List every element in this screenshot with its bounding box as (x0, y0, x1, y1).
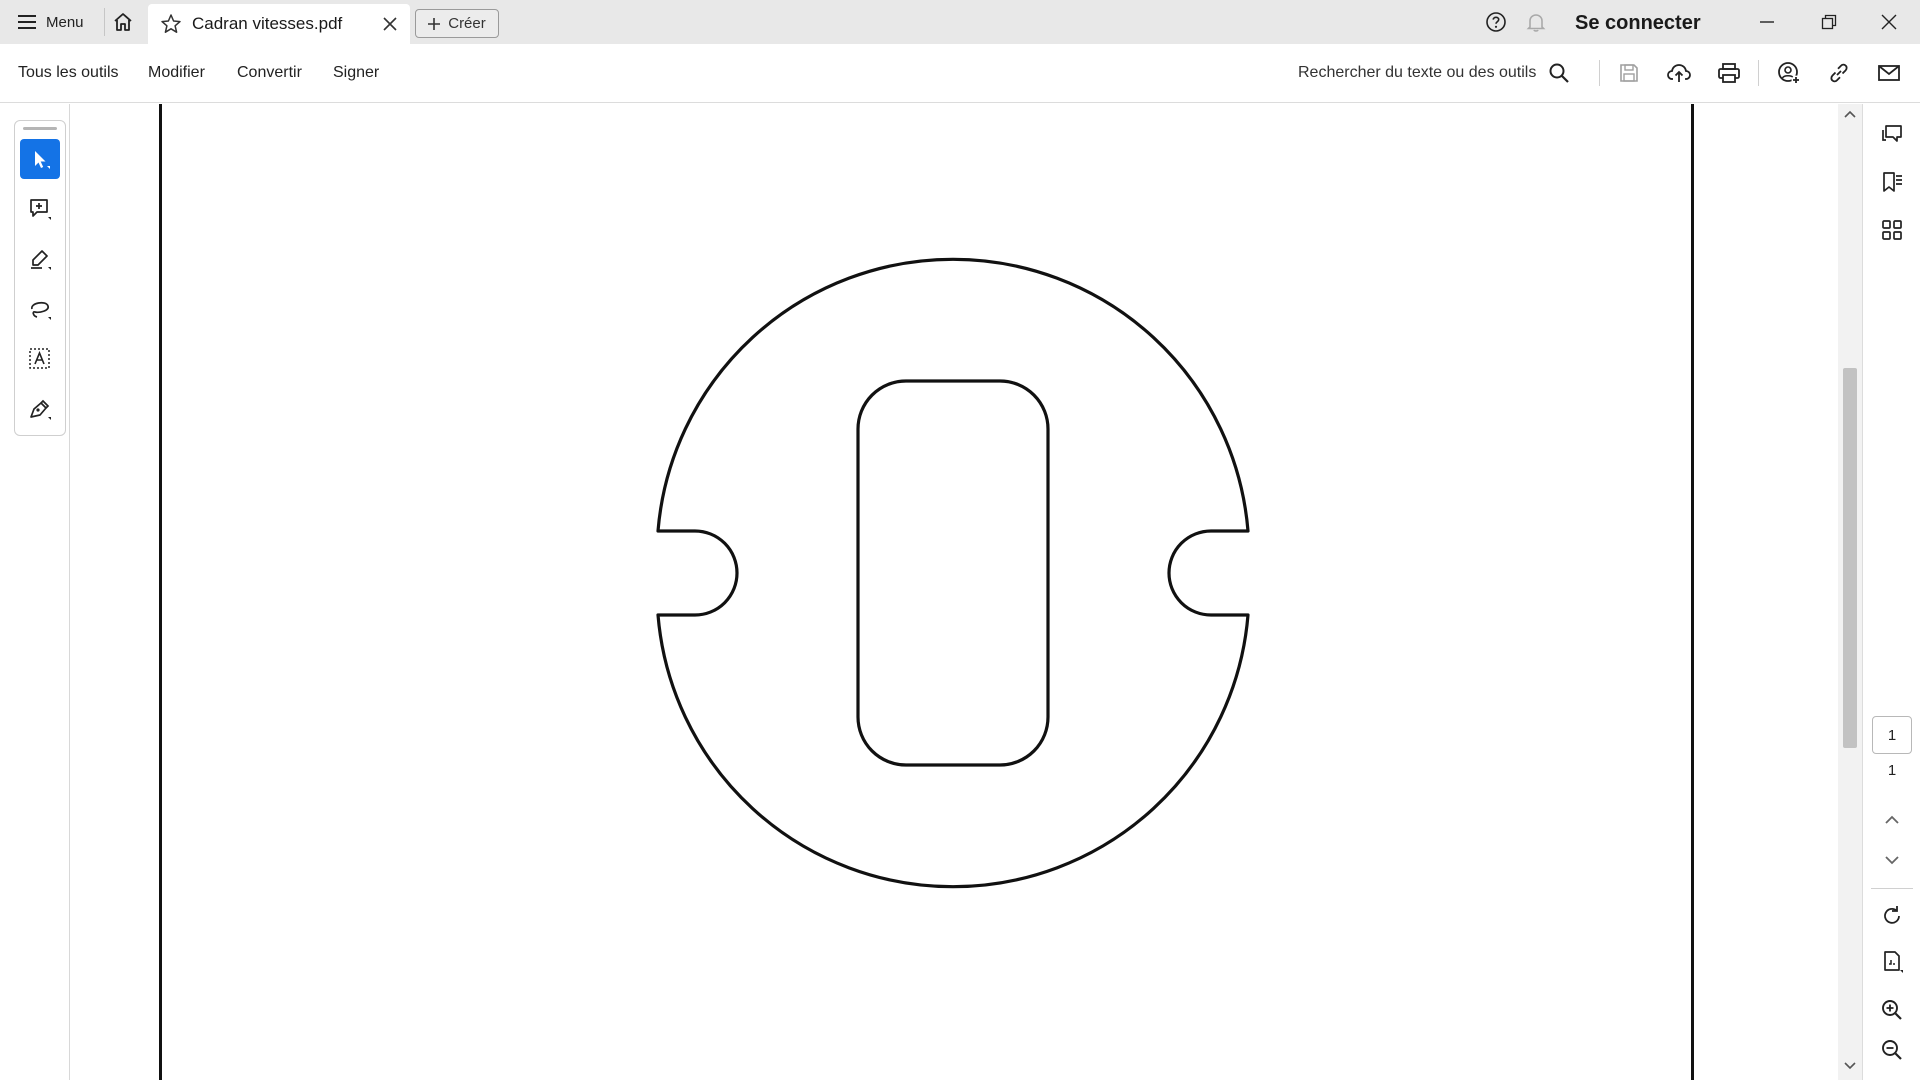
email-button[interactable] (1874, 58, 1904, 88)
close-window-button[interactable] (1872, 0, 1906, 44)
help-icon (1485, 11, 1507, 33)
plus-icon (428, 17, 441, 30)
dial-center-window (856, 379, 1050, 767)
restore-button[interactable] (1812, 0, 1846, 44)
restore-icon (1821, 14, 1837, 30)
right-rail: 1 1 (1862, 104, 1920, 1080)
total-pages: 1 (1887, 762, 1897, 779)
divider (1871, 888, 1913, 889)
comments-panel-button[interactable] (1876, 118, 1908, 150)
close-tab-icon[interactable] (380, 14, 400, 34)
home-icon (112, 11, 134, 33)
home-button[interactable] (108, 7, 138, 37)
search-icon (1548, 62, 1570, 84)
comments-icon (1880, 122, 1904, 146)
chevron-up-icon (1884, 815, 1900, 825)
zoom-out-icon (1880, 1038, 1904, 1062)
left-panel (0, 104, 70, 1080)
minimize-button[interactable] (1750, 0, 1784, 44)
document-tab[interactable]: Cadran vitesses.pdf (148, 4, 410, 44)
cursor-arrow-icon (28, 147, 52, 171)
thumbnails-panel-button[interactable] (1876, 214, 1908, 246)
bookmark-list-icon (1880, 170, 1904, 194)
chevron-down-icon (1884, 855, 1900, 865)
copy-link-button[interactable] (1824, 58, 1854, 88)
mail-icon (1877, 63, 1901, 83)
search-tools[interactable]: Rechercher du texte ou des outils (1298, 58, 1570, 88)
drag-handle[interactable] (23, 127, 57, 130)
bookmarks-panel-button[interactable] (1876, 166, 1908, 198)
zoom-in-icon (1880, 998, 1904, 1022)
quick-tools-strip (14, 120, 66, 436)
cloud-upload-icon (1667, 62, 1691, 84)
dial-drawing (656, 257, 1250, 889)
page-fit-button[interactable] (1876, 946, 1908, 978)
create-button[interactable]: Créer (415, 9, 499, 38)
menu-sign[interactable]: Signer (333, 63, 379, 83)
document-view[interactable] (71, 104, 1769, 1080)
create-label: Créer (448, 15, 486, 32)
menu-convert[interactable]: Convertir (237, 63, 302, 83)
save-button[interactable] (1614, 58, 1644, 88)
sign-in-button[interactable]: Se connecter (1575, 10, 1701, 36)
highlight-tool-button[interactable] (20, 239, 60, 279)
text-box-icon (28, 347, 52, 371)
search-label: Rechercher du texte ou des outils (1298, 64, 1537, 81)
current-page-input[interactable]: 1 (1872, 716, 1912, 754)
help-button[interactable] (1481, 0, 1511, 44)
select-tool-button[interactable] (20, 139, 60, 179)
divider (1758, 60, 1759, 86)
share-person-icon (1777, 61, 1801, 85)
scroll-down-arrow[interactable] (1843, 1060, 1857, 1072)
scroll-up-arrow[interactable] (1843, 108, 1857, 120)
hamburger-icon (18, 15, 36, 29)
lasso-draw-icon (28, 297, 52, 321)
dial-outline (656, 257, 1250, 889)
upload-cloud-button[interactable] (1664, 58, 1694, 88)
share-with-others-button[interactable] (1774, 58, 1804, 88)
notifications-button[interactable] (1521, 0, 1551, 44)
sign-tool-button[interactable] (20, 389, 60, 429)
printer-icon (1717, 62, 1741, 84)
save-icon (1618, 62, 1640, 84)
close-icon (1881, 14, 1897, 30)
print-button[interactable] (1714, 58, 1744, 88)
star-icon[interactable] (160, 13, 182, 35)
minimize-icon (1759, 14, 1775, 30)
page-fit-icon (1880, 950, 1904, 974)
next-page-button[interactable] (1876, 844, 1908, 876)
zoom-in-button[interactable] (1876, 994, 1908, 1026)
vertical-scrollbar[interactable] (1838, 104, 1862, 1080)
divider (1599, 60, 1600, 86)
menu-button[interactable]: Menu (8, 7, 94, 37)
freehand-draw-tool-button[interactable] (20, 289, 60, 329)
link-icon (1827, 61, 1851, 85)
divider (104, 8, 105, 36)
bell-icon (1525, 11, 1547, 33)
title-bar: Menu Cadran vitesses.pdf Créer Se connec… (0, 0, 1920, 44)
zoom-out-button[interactable] (1876, 1034, 1908, 1066)
menu-all-tools[interactable]: Tous les outils (18, 63, 119, 83)
menu-label: Menu (46, 13, 84, 31)
fountain-pen-icon (28, 397, 52, 421)
previous-page-button[interactable] (1876, 804, 1908, 836)
highlighter-pen-icon (28, 247, 52, 271)
menu-edit[interactable]: Modifier (148, 63, 205, 83)
text-select-tool-button[interactable] (20, 339, 60, 379)
rotate-icon (1880, 904, 1904, 928)
comment-plus-icon (28, 197, 52, 221)
add-comment-tool-button[interactable] (20, 189, 60, 229)
main-toolbar: Tous les outils Modifier Convertir Signe… (0, 44, 1920, 103)
grid-icon (1881, 219, 1903, 241)
scrollbar-thumb[interactable] (1843, 368, 1857, 748)
tab-title: Cadran vitesses.pdf (192, 14, 343, 33)
rotate-view-button[interactable] (1876, 900, 1908, 932)
